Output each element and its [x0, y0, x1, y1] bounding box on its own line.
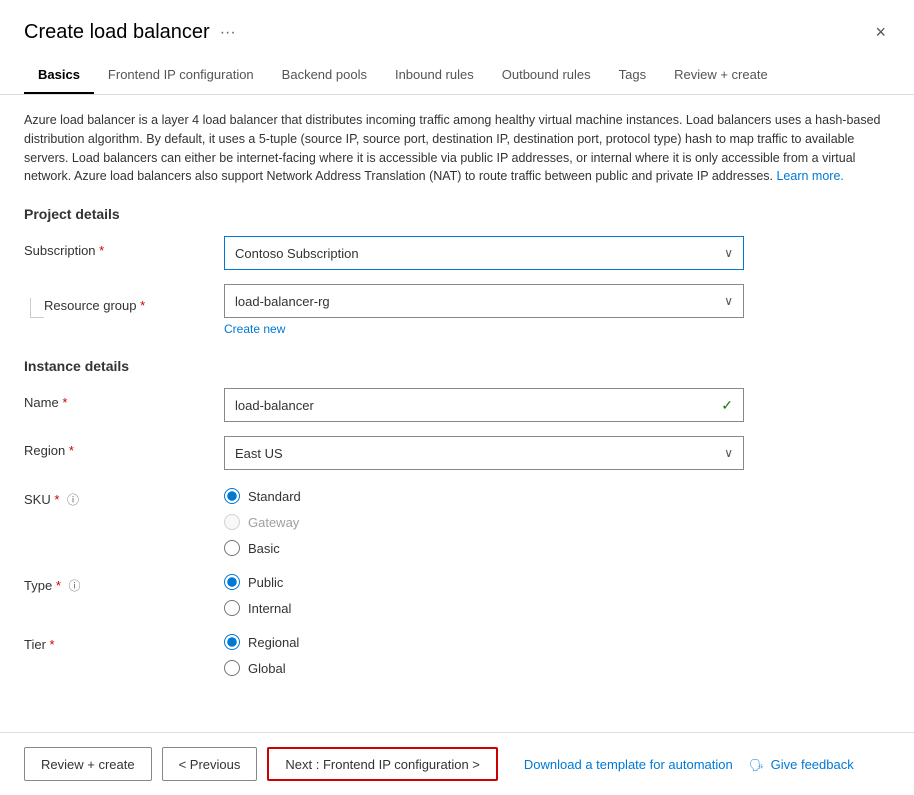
- subscription-select[interactable]: Contoso Subscription ∨: [224, 236, 744, 270]
- tab-basics[interactable]: Basics: [24, 57, 94, 94]
- type-internal-label: Internal: [248, 601, 291, 616]
- tier-regional-radio[interactable]: [224, 634, 240, 650]
- tier-radio-group: Regional Global: [224, 630, 744, 676]
- header-ellipsis[interactable]: ···: [220, 24, 236, 42]
- rg-required: *: [140, 298, 145, 313]
- resource-group-select[interactable]: load-balancer-rg ∨: [224, 284, 744, 318]
- tier-label: Tier *: [24, 630, 224, 652]
- type-label: Type * ⓘ: [24, 570, 224, 594]
- tree-connector: [24, 291, 44, 318]
- sku-label: SKU * ⓘ: [24, 484, 224, 508]
- sku-gateway-radio: [224, 514, 240, 530]
- tab-outbound-rules[interactable]: Outbound rules: [488, 57, 605, 94]
- learn-more-link[interactable]: Learn more.: [776, 169, 843, 183]
- subscription-required: *: [99, 243, 104, 258]
- tier-global-option[interactable]: Global: [224, 660, 744, 676]
- region-required: *: [69, 443, 74, 458]
- project-details-section: Project details Subscription * Contoso S…: [24, 206, 890, 336]
- region-control: East US ∨: [224, 436, 744, 470]
- sku-standard-radio[interactable]: [224, 488, 240, 504]
- sku-gateway-label: Gateway: [248, 515, 299, 530]
- tier-control: Regional Global: [224, 630, 744, 676]
- instance-details-title: Instance details: [24, 358, 890, 374]
- name-row: Name * load-balancer ✓: [24, 388, 890, 422]
- sku-basic-label: Basic: [248, 541, 280, 556]
- download-template-link[interactable]: Download a template for automation: [524, 757, 733, 772]
- tier-global-label: Global: [248, 661, 286, 676]
- tier-regional-option[interactable]: Regional: [224, 634, 744, 650]
- tier-row: Tier * Regional Global: [24, 630, 890, 676]
- footer-links: Download a template for automation 🗣 Giv…: [524, 757, 854, 772]
- type-row: Type * ⓘ Public Internal: [24, 570, 890, 616]
- feedback-icon: 🗣: [749, 758, 764, 772]
- sku-standard-label: Standard: [248, 489, 301, 504]
- type-info-icon[interactable]: ⓘ: [69, 579, 81, 593]
- region-label: Region *: [24, 436, 224, 458]
- name-required: *: [62, 395, 67, 410]
- tab-bar: Basics Frontend IP configuration Backend…: [0, 57, 914, 95]
- name-label: Name *: [24, 388, 224, 410]
- type-internal-option[interactable]: Internal: [224, 600, 744, 616]
- sku-gateway-option: Gateway: [224, 514, 744, 530]
- name-check-icon: ✓: [721, 397, 733, 414]
- region-chevron-icon: ∨: [724, 446, 733, 460]
- subscription-chevron-icon: ∨: [724, 246, 733, 260]
- tab-frontend-ip[interactable]: Frontend IP configuration: [94, 57, 268, 94]
- sku-control: Standard Gateway Basic: [224, 484, 744, 556]
- close-button[interactable]: ×: [871, 18, 890, 47]
- sku-basic-option[interactable]: Basic: [224, 540, 744, 556]
- resource-group-control: load-balancer-rg ∨ Create new: [224, 284, 744, 336]
- project-details-title: Project details: [24, 206, 890, 222]
- main-content: Azure load balancer is a layer 4 load ba…: [0, 95, 914, 732]
- region-row: Region * East US ∨: [24, 436, 890, 470]
- dialog-footer: Review + create < Previous Next : Fronte…: [0, 732, 914, 795]
- type-required: *: [56, 578, 61, 593]
- header-title-group: Create load balancer ···: [24, 21, 236, 44]
- create-load-balancer-dialog: Create load balancer ··· × Basics Fronte…: [0, 0, 914, 795]
- sku-standard-option[interactable]: Standard: [224, 488, 744, 504]
- sku-info-icon[interactable]: ⓘ: [67, 493, 79, 507]
- type-public-label: Public: [248, 575, 283, 590]
- subscription-control: Contoso Subscription ∨: [224, 236, 744, 270]
- tab-review-create[interactable]: Review + create: [660, 57, 782, 94]
- tab-inbound-rules[interactable]: Inbound rules: [381, 57, 488, 94]
- resource-group-row: Resource group * load-balancer-rg ∨ Crea…: [24, 284, 890, 336]
- sku-basic-radio[interactable]: [224, 540, 240, 556]
- tab-tags[interactable]: Tags: [605, 57, 660, 94]
- name-control: load-balancer ✓: [224, 388, 744, 422]
- review-create-button[interactable]: Review + create: [24, 747, 152, 781]
- previous-button[interactable]: < Previous: [162, 747, 258, 781]
- type-control: Public Internal: [224, 570, 744, 616]
- subscription-row: Subscription * Contoso Subscription ∨: [24, 236, 890, 270]
- tab-backend-pools[interactable]: Backend pools: [268, 57, 381, 94]
- subscription-label: Subscription *: [24, 236, 224, 258]
- dialog-header: Create load balancer ··· ×: [0, 0, 914, 47]
- sku-required: *: [54, 492, 59, 507]
- sku-row: SKU * ⓘ Standard Gateway: [24, 484, 890, 556]
- region-select[interactable]: East US ∨: [224, 436, 744, 470]
- rg-chevron-icon: ∨: [724, 294, 733, 308]
- tier-required: *: [50, 637, 55, 652]
- resource-group-label-area: Resource group *: [24, 284, 224, 318]
- type-public-option[interactable]: Public: [224, 574, 744, 590]
- create-new-link[interactable]: Create new: [224, 322, 285, 336]
- resource-group-label: Resource group *: [44, 291, 145, 313]
- tier-regional-label: Regional: [248, 635, 299, 650]
- instance-details-section: Instance details Name * load-balancer ✓ …: [24, 358, 890, 676]
- feedback-link[interactable]: 🗣 Give feedback: [749, 757, 854, 772]
- sku-radio-group: Standard Gateway Basic: [224, 484, 744, 556]
- type-public-radio[interactable]: [224, 574, 240, 590]
- tier-global-radio[interactable]: [224, 660, 240, 676]
- type-radio-group: Public Internal: [224, 570, 744, 616]
- dialog-title: Create load balancer: [24, 21, 210, 44]
- type-internal-radio[interactable]: [224, 600, 240, 616]
- description-text: Azure load balancer is a layer 4 load ba…: [24, 111, 884, 186]
- name-input[interactable]: load-balancer ✓: [224, 388, 744, 422]
- next-button[interactable]: Next : Frontend IP configuration >: [267, 747, 498, 781]
